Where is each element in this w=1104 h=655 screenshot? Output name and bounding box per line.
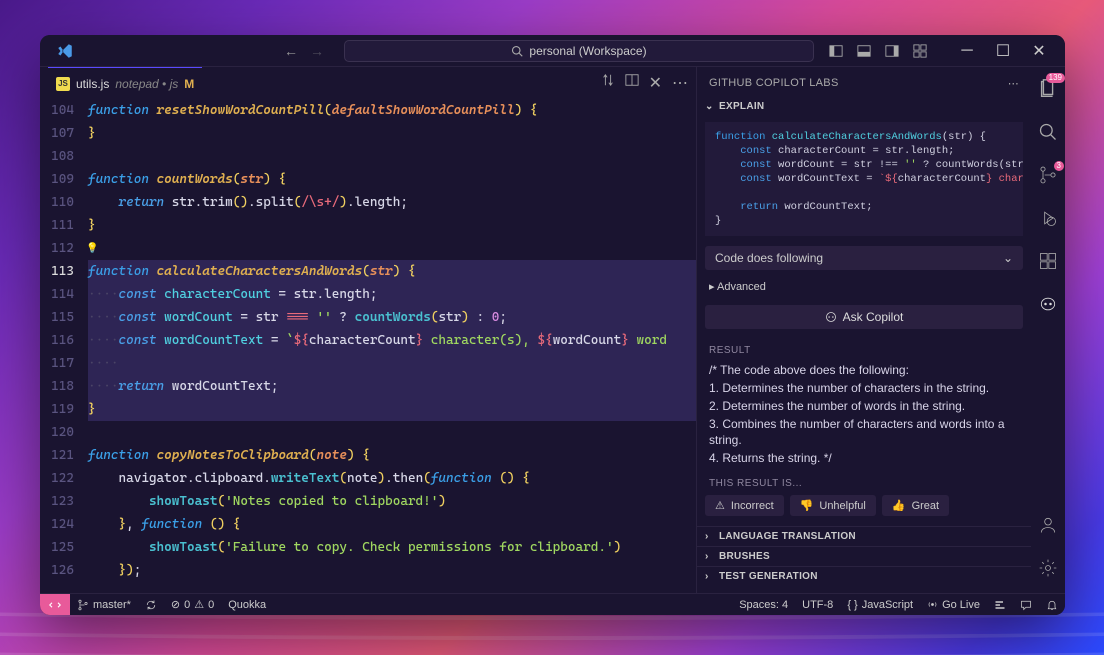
git-branch[interactable]: master*: [70, 599, 138, 611]
spaces-indicator[interactable]: Spaces: 4: [732, 599, 795, 611]
go-live-button[interactable]: Go Live: [920, 599, 987, 611]
status-bar: master* ⊘0 ⚠0 Quokka Spaces: 4 UTF-8 { }…: [40, 593, 1065, 615]
copilot-labs-panel: GITHUB COPILOT LABS ⋯ ⌄EXPLAIN function …: [696, 67, 1031, 593]
search-activity-icon[interactable]: [1038, 122, 1058, 147]
panel-more-icon[interactable]: ⋯: [1008, 77, 1019, 90]
copilot-activity-icon[interactable]: [1038, 294, 1058, 319]
code-editor[interactable]: 1041071081091101111121131141151161171181…: [40, 99, 696, 593]
thumbs-down-icon: 👎: [800, 499, 814, 512]
feedback-icon[interactable]: [1013, 599, 1039, 611]
section-language-translation[interactable]: ›LANGUAGE TRANSLATION: [697, 526, 1031, 546]
compare-icon[interactable]: [601, 73, 615, 87]
advanced-toggle[interactable]: ▸ Advanced: [709, 280, 1019, 293]
close-editor-icon[interactable]: ✕: [649, 73, 662, 93]
layout-sidebar-left-icon[interactable]: [829, 44, 843, 58]
layout-grid-icon[interactable]: [913, 44, 927, 58]
modified-indicator: M: [184, 77, 194, 91]
layout-sidebar-right-icon[interactable]: [885, 44, 899, 58]
account-icon[interactable]: [1038, 515, 1058, 540]
feedback-unhelpful-button[interactable]: 👎Unhelpful: [790, 495, 876, 516]
problems-indicator[interactable]: ⊘0 ⚠0: [164, 598, 221, 611]
prettier-icon[interactable]: [987, 599, 1013, 611]
feedback-great-button[interactable]: 👍Great: [882, 495, 949, 516]
desktop-background: ← → personal (Workspace) ─ ☐ ✕: [0, 0, 1104, 655]
extensions-icon[interactable]: [1038, 251, 1058, 276]
chevron-down-icon: ⌄: [1003, 251, 1013, 265]
copilot-icon: [825, 311, 837, 323]
thumbs-up-icon: 👍: [892, 499, 906, 512]
tab-utils-js[interactable]: JS utils.js notepad • js M: [48, 67, 202, 99]
vscode-window: ← → personal (Workspace) ─ ☐ ✕: [40, 35, 1065, 615]
result-line: /* The code above does the following:: [709, 362, 1019, 378]
minimize-button[interactable]: ─: [949, 35, 985, 67]
maximize-button[interactable]: ☐: [985, 35, 1021, 67]
feedback-incorrect-button[interactable]: ⚠Incorrect: [705, 495, 784, 516]
quokka-status[interactable]: Quokka: [221, 599, 273, 611]
run-debug-icon[interactable]: [1038, 208, 1058, 233]
chevron-right-icon: ›: [705, 551, 715, 562]
ask-copilot-button[interactable]: Ask Copilot: [705, 305, 1023, 329]
result-line: 2. Determines the number of words in the…: [709, 398, 1019, 414]
result-line: 3. Combines the number of characters and…: [709, 416, 1019, 448]
section-test-generation[interactable]: ›TEST GENERATION: [697, 566, 1031, 586]
more-actions-icon[interactable]: ⋯: [672, 73, 688, 93]
command-center[interactable]: personal (Workspace): [344, 40, 814, 62]
result-label: RESULT: [709, 345, 1019, 356]
panel-title: GITHUB COPILOT LABS: [709, 77, 839, 89]
sync-button[interactable]: [138, 599, 164, 611]
search-icon: [511, 45, 523, 57]
language-mode[interactable]: { }JavaScript: [840, 599, 920, 611]
tab-bar: JS utils.js notepad • js M ✕ ⋯: [40, 67, 696, 99]
explorer-icon[interactable]: 139: [1037, 77, 1059, 104]
layout-panel-icon[interactable]: [857, 44, 871, 58]
warning-icon: ⚠: [715, 499, 725, 512]
titlebar: ← → personal (Workspace) ─ ☐ ✕: [40, 35, 1065, 67]
code-snippet: function calculateCharactersAndWords(str…: [705, 122, 1023, 236]
vscode-icon: [56, 42, 74, 60]
chevron-right-icon: ›: [705, 571, 715, 582]
nav-forward-icon[interactable]: →: [310, 43, 324, 59]
section-brushes[interactable]: ›BRUSHES: [697, 546, 1031, 566]
notifications-icon[interactable]: [1039, 599, 1065, 611]
chevron-right-icon: ›: [705, 531, 715, 542]
chevron-down-icon: ⌄: [705, 101, 715, 112]
js-file-icon: JS: [56, 77, 70, 91]
result-line: 1. Determines the number of characters i…: [709, 380, 1019, 396]
split-editor-icon[interactable]: [625, 73, 639, 87]
section-explain[interactable]: ⌄EXPLAIN: [697, 99, 1031, 114]
result-line: 4. Returns the string. */: [709, 450, 1019, 466]
remote-indicator[interactable]: [40, 594, 70, 616]
encoding-indicator[interactable]: UTF-8: [795, 599, 840, 611]
nav-back-icon[interactable]: ←: [284, 43, 298, 59]
source-control-icon[interactable]: 3: [1038, 165, 1058, 190]
settings-gear-icon[interactable]: [1038, 558, 1058, 583]
feedback-label: THIS RESULT IS...: [709, 478, 1019, 489]
activity-bar: 139 3: [1031, 67, 1065, 593]
close-button[interactable]: ✕: [1021, 35, 1057, 67]
explain-mode-dropdown[interactable]: Code does following ⌄: [705, 246, 1023, 270]
